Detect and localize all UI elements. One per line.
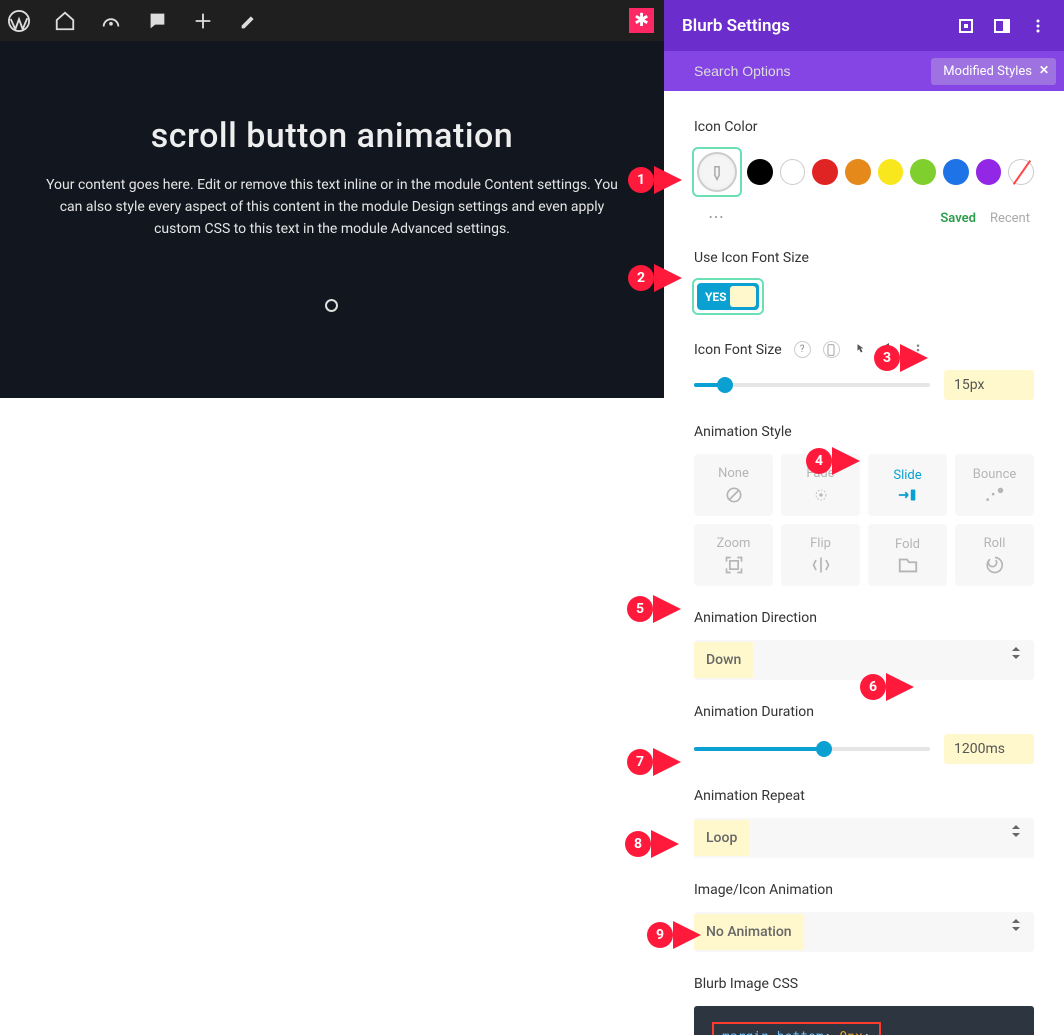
animation-repeat-value: Loop xyxy=(694,820,749,856)
edit-icon[interactable] xyxy=(238,10,260,32)
callout-9: 9 xyxy=(647,921,701,949)
anim-zoom[interactable]: Zoom xyxy=(694,524,773,586)
animation-repeat-label: Animation Repeat xyxy=(694,788,1034,804)
blurb-css-label: Blurb Image CSS xyxy=(694,976,1034,992)
comment-icon[interactable] xyxy=(146,10,168,32)
anim-flip[interactable]: Flip xyxy=(781,524,860,586)
animation-style-grid: None Fade Slide Bounce Zoom Flip Fold Ro… xyxy=(694,454,1034,586)
panel-layout-icon[interactable] xyxy=(994,18,1010,34)
divi-star-icon[interactable]: ✱ xyxy=(629,8,654,33)
icon-animation-select[interactable]: No Animation xyxy=(694,912,1034,952)
wp-admin-toolbar: ✱ xyxy=(0,0,664,41)
animation-duration-label: Animation Duration xyxy=(694,704,1034,720)
callout-2: 2 xyxy=(628,264,682,292)
tab-saved[interactable]: Saved xyxy=(940,211,976,226)
search-input[interactable] xyxy=(694,63,875,79)
page-preview: scroll button animation Your content goe… xyxy=(0,41,664,398)
swatch-green[interactable] xyxy=(910,159,936,185)
use-icon-font-size-toggle[interactable]: YES xyxy=(697,283,759,310)
swatch-orange[interactable] xyxy=(845,159,871,185)
animation-duration-slider[interactable] xyxy=(694,747,930,751)
animation-repeat-select[interactable]: Loop xyxy=(694,818,1034,858)
toggle-highlight: YES xyxy=(694,280,762,313)
callout-7: 7 xyxy=(627,748,681,776)
anim-bounce[interactable]: Bounce xyxy=(955,454,1034,516)
use-icon-font-size-label: Use Icon Font Size xyxy=(694,250,1034,266)
color-picker-button[interactable] xyxy=(697,152,737,192)
animation-direction-value: Down xyxy=(694,642,753,678)
help-icon[interactable]: ? xyxy=(794,341,811,358)
more-icon[interactable] xyxy=(1030,18,1046,34)
swatch-yellow[interactable] xyxy=(878,159,904,185)
icon-color-label: Icon Color xyxy=(694,119,1034,135)
anim-slide[interactable]: Slide xyxy=(868,454,947,516)
callout-6: 6 xyxy=(860,673,914,701)
scroll-indicator-icon[interactable] xyxy=(325,299,338,312)
swatch-blue[interactable] xyxy=(943,159,969,185)
callout-1: 1 xyxy=(628,166,682,194)
css-property: margin-bottom xyxy=(722,1030,824,1035)
animation-duration-value[interactable]: 1200ms xyxy=(944,734,1034,764)
callout-5: 5 xyxy=(627,595,681,623)
panel-body: Icon Color ⋯ Saved Recent xyxy=(664,91,1064,1035)
color-swatch-row xyxy=(694,149,1034,195)
anim-fold[interactable]: Fold xyxy=(868,524,947,586)
current-color-highlight xyxy=(694,149,740,195)
wordpress-icon[interactable] xyxy=(8,10,30,32)
icon-font-size-slider[interactable] xyxy=(694,383,930,387)
toggle-knob xyxy=(730,286,756,307)
settings-panel: Blurb Settings Modified Styles Icon Colo… xyxy=(664,0,1064,1035)
phone-icon[interactable] xyxy=(823,341,840,358)
toggle-label-yes: YES xyxy=(705,290,727,304)
animation-style-label: Animation Style xyxy=(694,424,1034,440)
more-colors-icon[interactable]: ⋯ xyxy=(708,207,726,226)
search-bar: Modified Styles xyxy=(664,51,1064,91)
icon-animation-label: Image/Icon Animation xyxy=(694,882,1034,898)
home-icon[interactable] xyxy=(54,10,76,32)
anim-none[interactable]: None xyxy=(694,454,773,516)
header-actions xyxy=(958,18,1046,34)
icon-animation-value: No Animation xyxy=(694,914,804,950)
swatch-white[interactable] xyxy=(780,159,806,185)
gauge-icon[interactable] xyxy=(100,10,122,32)
swatch-black[interactable] xyxy=(747,159,773,185)
swatch-transparent[interactable] xyxy=(1008,159,1034,185)
preview-title[interactable]: scroll button animation xyxy=(0,116,664,156)
callout-8: 8 xyxy=(625,830,679,858)
preview-body-text[interactable]: Your content goes here. Edit or remove t… xyxy=(42,174,622,240)
hover-icon[interactable] xyxy=(852,341,869,358)
icon-font-size-label: Icon Font Size xyxy=(694,342,782,358)
tab-recent[interactable]: Recent xyxy=(990,211,1030,226)
callout-3: 3 xyxy=(874,344,928,372)
panel-title: Blurb Settings xyxy=(682,16,790,36)
expand-icon[interactable] xyxy=(958,18,974,34)
modified-styles-filter[interactable]: Modified Styles xyxy=(931,58,1056,85)
css-value: 0px xyxy=(839,1030,862,1035)
swatch-purple[interactable] xyxy=(976,159,1002,185)
slider-thumb[interactable] xyxy=(816,741,832,757)
panel-header: Blurb Settings xyxy=(664,0,1064,51)
swatch-red[interactable] xyxy=(812,159,838,185)
anim-roll[interactable]: Roll xyxy=(955,524,1034,586)
animation-direction-label: Animation Direction xyxy=(694,610,1034,626)
plus-icon[interactable] xyxy=(192,10,214,32)
slider-thumb[interactable] xyxy=(717,377,733,393)
css-highlight-box: margin-bottom: 0px; xyxy=(712,1022,881,1035)
icon-font-size-value[interactable]: 15px xyxy=(944,370,1034,400)
blurb-css-editor[interactable]: margin-bottom: 0px; xyxy=(694,1006,1034,1035)
callout-4: 4 xyxy=(806,447,860,475)
